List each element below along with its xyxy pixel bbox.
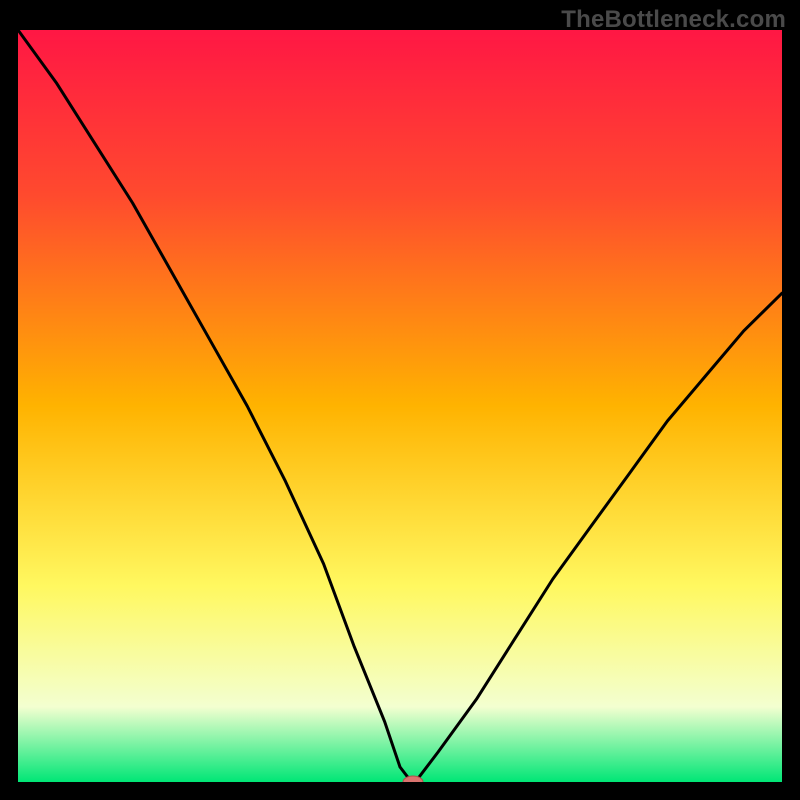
watermark-text: TheBottleneck.com: [561, 6, 786, 34]
chart-svg: [18, 30, 782, 782]
plot-area: [18, 30, 782, 782]
gradient-background: [18, 30, 782, 782]
chart-container: TheBottleneck.com: [0, 0, 800, 800]
